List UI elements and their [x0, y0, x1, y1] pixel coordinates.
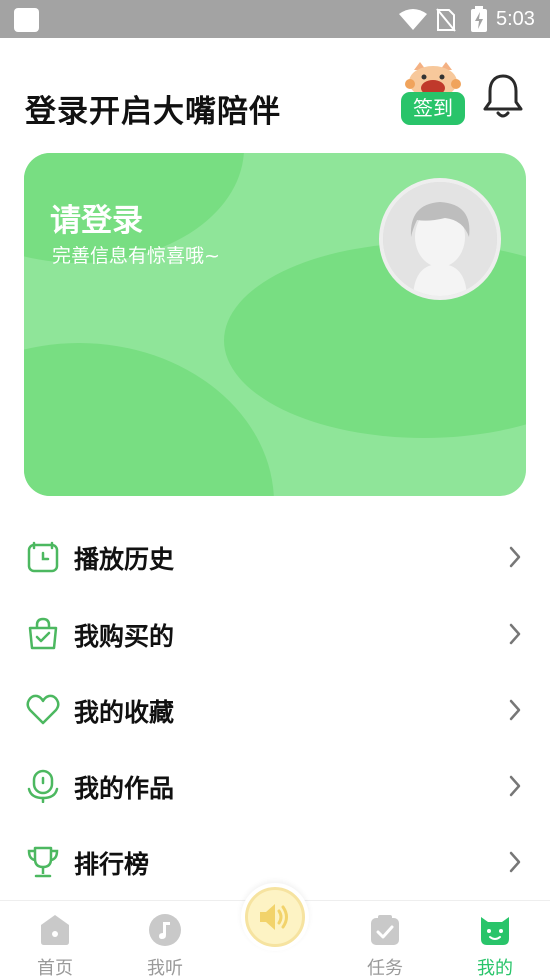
tab-label: 我听: [147, 958, 183, 979]
status-bar: 5:03: [0, 0, 550, 38]
chevron-right-icon: [509, 699, 521, 721]
tab-listen[interactable]: 我听: [110, 901, 220, 979]
wifi-icon: [399, 9, 427, 30]
login-title[interactable]: 请登录: [50, 195, 143, 240]
bell-icon[interactable]: [482, 72, 524, 120]
tab-label: 我的: [477, 958, 513, 979]
login-subtitle: 完善信息有惊喜哦~: [52, 245, 220, 267]
center-play-button[interactable]: [241, 883, 309, 951]
menu-item-label: 我的收藏: [74, 698, 175, 727]
menu-item-label: 我的作品: [74, 774, 175, 803]
tab-label: 首页: [37, 958, 73, 979]
tab-label: 任务: [367, 958, 403, 979]
menu-item-purchases[interactable]: 我购买的: [0, 598, 550, 674]
speaker-icon: [260, 904, 288, 930]
heart-icon: [26, 694, 60, 725]
clock-icon: [27, 541, 59, 573]
checkin-button[interactable]: 签到: [398, 62, 468, 130]
tab-tasks[interactable]: 任务: [330, 901, 440, 979]
battery-charging-icon: [471, 6, 487, 32]
task-check-icon: [371, 915, 399, 945]
chevron-right-icon: [509, 546, 521, 568]
menu-item-label: 我购买的: [74, 622, 175, 651]
chevron-right-icon: [509, 775, 521, 797]
no-sim-icon: [436, 8, 456, 32]
status-time: 5:03: [496, 8, 535, 30]
microphone-icon: [27, 769, 59, 803]
page-title: 登录开启大嘴陪伴: [25, 94, 281, 130]
checkin-label: 签到: [401, 92, 465, 125]
chevron-right-icon: [509, 851, 521, 873]
app-notification-icon: [14, 8, 39, 32]
login-card[interactable]: 请登录 完善信息有惊喜哦~: [24, 153, 526, 496]
center-play-inner: [245, 887, 305, 947]
menu-item-play-history[interactable]: 播放历史: [0, 521, 550, 597]
menu-item-label: 排行榜: [74, 850, 150, 879]
menu-item-label: 播放历史: [74, 545, 175, 574]
home-icon: [41, 915, 69, 945]
music-note-icon: [149, 914, 181, 946]
default-avatar-icon: [383, 182, 497, 296]
shopping-bag-icon: [28, 617, 58, 650]
profile-cat-icon: [481, 917, 509, 945]
chevron-right-icon: [509, 623, 521, 645]
tab-home[interactable]: 首页: [0, 901, 110, 979]
trophy-icon: [27, 846, 59, 878]
menu-item-my-works[interactable]: 我的作品: [0, 750, 550, 826]
tab-mine[interactable]: 我的: [440, 901, 550, 979]
menu-item-favorites[interactable]: 我的收藏: [0, 674, 550, 750]
avatar[interactable]: [379, 178, 501, 300]
